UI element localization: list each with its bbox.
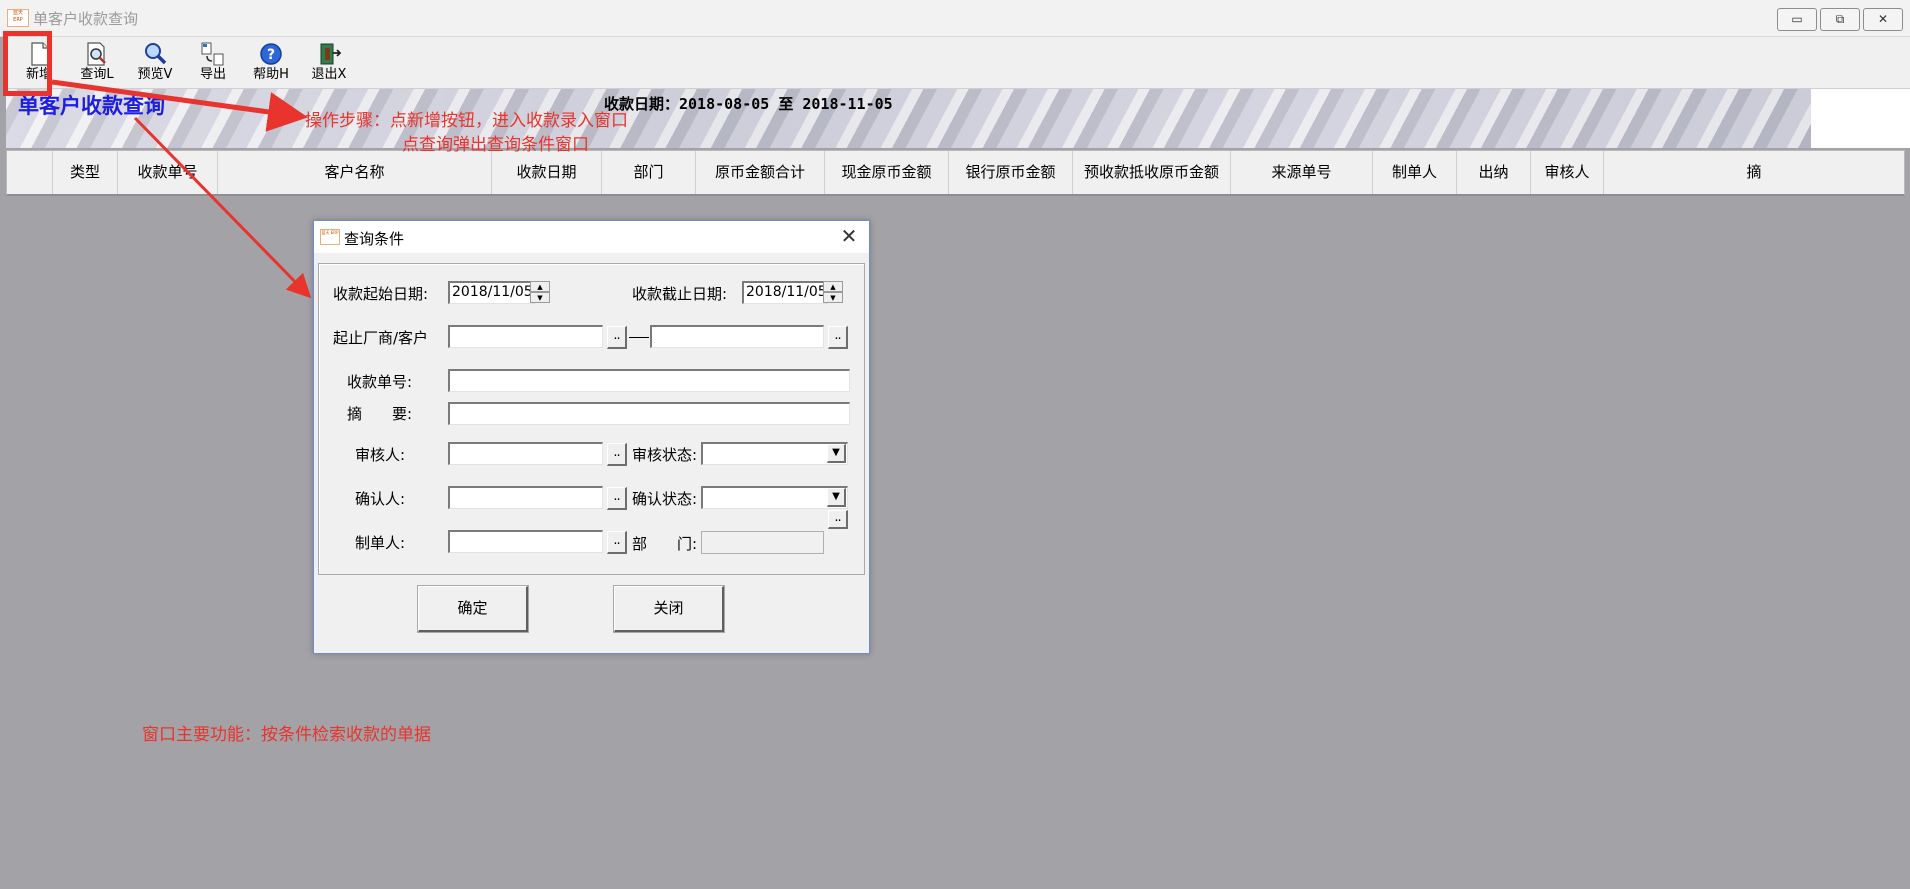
app-logo-icon: 蓝天 ERP xyxy=(7,9,29,27)
export-button-label: 导出 xyxy=(199,67,226,82)
column-header[interactable]: 审核人 xyxy=(1531,151,1604,194)
dialog-title: 查询条件 xyxy=(344,230,405,248)
new-button-highlight xyxy=(3,31,52,96)
query-dialog: 蓝天 ERP 查询条件 ✕ 收款起始日期: 2018/11/05 ▲ ▼ 收款截止… xyxy=(313,220,870,654)
toolbar: 新增 查询L 预览V 导出 ? 帮助H 退出X xyxy=(6,37,1910,89)
confirmer-browse-button[interactable]: .. xyxy=(607,487,627,510)
column-header[interactable]: 来源单号 xyxy=(1231,151,1373,194)
restore-button[interactable]: ⧉ xyxy=(1820,8,1860,31)
customer-from-browse-button[interactable]: .. xyxy=(607,326,627,349)
column-header[interactable]: 制单人 xyxy=(1373,151,1457,194)
column-header[interactable]: 出纳 xyxy=(1457,151,1531,194)
confirm-status-label: 确认状态: xyxy=(632,490,698,508)
exit-icon xyxy=(320,43,342,65)
dept-field xyxy=(701,531,824,554)
minimize-button[interactable]: ▭ xyxy=(1777,8,1817,31)
dialog-close-icon[interactable]: ✕ xyxy=(836,223,862,249)
chevron-down-icon[interactable]: ▼ xyxy=(827,488,846,507)
exit-button[interactable]: 退出X xyxy=(303,39,355,85)
annotation-main-function: 窗口主要功能：按条件检索收款的单据 xyxy=(142,725,431,745)
row-indicator-header xyxy=(7,151,53,194)
customer-from-field[interactable] xyxy=(448,325,603,348)
spin-up-icon[interactable]: ▲ xyxy=(823,281,843,292)
dept-label: 部 门: xyxy=(632,535,698,553)
dialog-app-icon: 蓝天 ERP xyxy=(320,229,340,245)
date-range-label: 收款日期：2018-08-05 至 2018-11-05 xyxy=(604,95,893,113)
reviewer-label: 审核人: xyxy=(355,446,406,464)
customer-range-label: 起止厂商/客户 xyxy=(333,329,429,347)
export-button[interactable]: 导出 xyxy=(187,39,239,85)
exit-button-label: 退出X xyxy=(311,67,347,82)
reviewer-browse-button[interactable]: .. xyxy=(607,443,627,466)
column-header[interactable]: 摘 xyxy=(1604,151,1904,194)
customer-to-field[interactable] xyxy=(650,325,824,348)
ok-button[interactable]: 确定 xyxy=(418,586,528,632)
preview-button-label: 预览V xyxy=(137,67,173,82)
results-grid[interactable]: 类型 收款单号 客户名称 收款日期 部门 原币金额合计 现金原币金额 银行原币金… xyxy=(6,150,1910,889)
column-header[interactable]: 预收款抵收原币金额 xyxy=(1073,151,1231,194)
annotation-step1: 操作步骤：点新增按钮，进入收款录入窗口 xyxy=(305,111,628,131)
query-button-label: 查询L xyxy=(80,67,114,82)
confirm-status-select[interactable] xyxy=(701,486,848,509)
review-status-select[interactable] xyxy=(701,442,848,465)
banner-background xyxy=(6,89,1811,148)
window-titlebar: 蓝天 ERP 单客户收款查询 ▭ ⧉ ✕ xyxy=(0,0,1910,37)
column-header[interactable]: 客户名称 xyxy=(218,151,492,194)
extra-browse-button[interactable]: .. xyxy=(828,510,848,529)
close-window-button[interactable]: ✕ xyxy=(1863,8,1903,31)
receipt-no-field[interactable] xyxy=(448,369,850,392)
column-header[interactable]: 现金原币金额 xyxy=(825,151,949,194)
creator-field[interactable] xyxy=(448,530,603,553)
annotation-step2: 点查询弹出查询条件窗口 xyxy=(402,135,589,155)
window-title: 单客户收款查询 xyxy=(33,10,139,28)
help-button-label: 帮助H xyxy=(253,67,289,82)
query-icon xyxy=(87,42,106,66)
svg-text:?: ? xyxy=(267,47,275,63)
start-date-field[interactable]: 2018/11/05 xyxy=(448,281,536,304)
column-header[interactable]: 原币金额合计 xyxy=(696,151,825,194)
help-button[interactable]: ? 帮助H xyxy=(245,39,297,85)
review-status-label: 审核状态: xyxy=(632,446,698,464)
query-button[interactable]: 查询L xyxy=(71,39,123,85)
start-date-label: 收款起始日期: xyxy=(333,285,429,303)
end-date-field[interactable]: 2018/11/05 xyxy=(742,281,828,304)
export-icon xyxy=(201,42,224,66)
column-header[interactable]: 类型 xyxy=(53,151,118,194)
preview-icon xyxy=(145,43,167,65)
spin-up-icon[interactable]: ▲ xyxy=(530,281,550,292)
preview-button[interactable]: 预览V xyxy=(129,39,181,85)
range-dash xyxy=(629,337,649,338)
page-banner: 单客户收款查询 收款日期：2018-08-05 至 2018-11-05 xyxy=(6,89,1910,148)
confirmer-field[interactable] xyxy=(448,486,603,509)
column-header[interactable]: 收款日期 xyxy=(492,151,602,194)
column-header[interactable]: 银行原币金额 xyxy=(949,151,1073,194)
summary-field[interactable] xyxy=(448,402,850,425)
summary-label: 摘 要: xyxy=(347,405,413,423)
end-date-label: 收款截止日期: xyxy=(632,285,728,303)
column-header[interactable]: 部门 xyxy=(602,151,696,194)
grid-header: 类型 收款单号 客户名称 收款日期 部门 原币金额合计 现金原币金额 银行原币金… xyxy=(6,150,1905,196)
start-date-spinner[interactable]: ▲ ▼ xyxy=(530,281,550,304)
column-header[interactable]: 收款单号 xyxy=(118,151,218,194)
reviewer-field[interactable] xyxy=(448,442,603,465)
spin-down-icon[interactable]: ▼ xyxy=(530,292,550,303)
customer-to-browse-button[interactable]: .. xyxy=(828,326,848,349)
end-date-spinner[interactable]: ▲ ▼ xyxy=(823,281,843,304)
creator-label: 制单人: xyxy=(355,534,406,552)
receipt-no-label: 收款单号: xyxy=(347,373,413,391)
dialog-titlebar: 蓝天 ERP 查询条件 ✕ xyxy=(314,221,869,253)
creator-browse-button[interactable]: .. xyxy=(607,531,627,554)
help-icon: ? xyxy=(260,43,282,65)
chevron-down-icon[interactable]: ▼ xyxy=(827,444,846,463)
confirmer-label: 确认人: xyxy=(355,490,406,508)
spin-down-icon[interactable]: ▼ xyxy=(823,292,843,303)
close-button[interactable]: 关闭 xyxy=(614,586,724,632)
